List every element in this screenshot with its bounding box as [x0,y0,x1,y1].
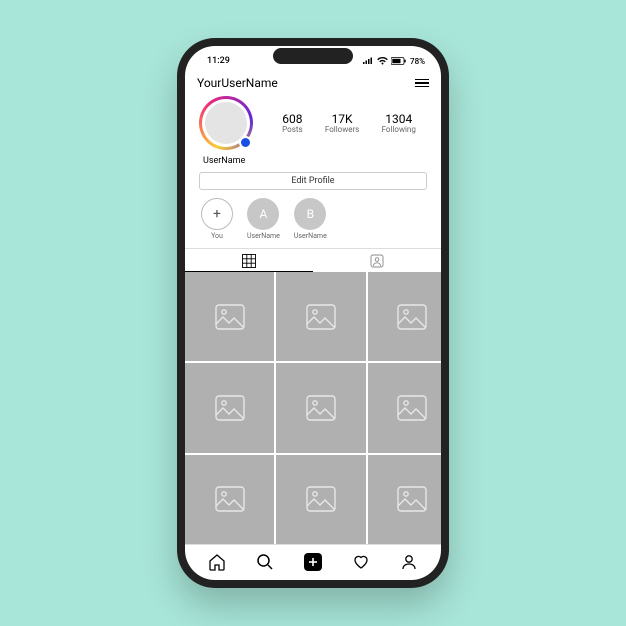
screen: 11:29 78% YourUserName 608 Posts 17K Fol… [185,46,441,580]
nav-search[interactable] [251,548,279,576]
post-thumbnail[interactable] [276,363,365,452]
image-icon [304,391,338,425]
add-story-badge[interactable] [239,136,252,149]
home-icon [208,553,226,571]
display-name: UserName [185,154,441,172]
header-username[interactable]: YourUserName [197,76,278,90]
stat-posts[interactable]: 608 Posts [282,112,302,134]
nav-home[interactable] [203,548,231,576]
stat-followers[interactable]: 17K Followers [325,112,359,134]
post-thumbnail[interactable] [276,272,365,361]
nav-create[interactable] [299,548,327,576]
battery-icon [391,57,407,65]
nav-activity[interactable] [347,548,375,576]
nav-profile[interactable] [395,548,423,576]
post-thumbnail[interactable] [185,363,274,452]
image-icon [395,482,429,516]
edit-profile-button[interactable]: Edit Profile [199,172,427,190]
post-thumbnail[interactable] [185,455,274,544]
post-thumbnail[interactable] [368,363,441,452]
image-icon [395,391,429,425]
profile-stats: 608 Posts 17K Followers 1304 Following [271,112,427,134]
heart-icon [352,553,370,571]
image-icon [213,300,247,334]
bottom-nav [185,544,441,580]
wifi-icon [377,57,388,65]
post-thumbnail[interactable] [368,455,441,544]
post-thumbnail[interactable] [185,272,274,361]
status-time: 11:29 [207,56,230,66]
grid-icon [242,254,256,268]
image-icon [304,482,338,516]
status-icons: 78% [363,57,425,66]
profile-icon [400,553,418,571]
image-icon [395,300,429,334]
post-thumbnail[interactable] [276,455,365,544]
status-bar: 11:29 78% [185,46,441,72]
image-icon [213,391,247,425]
plus-icon: + [201,198,233,230]
post-thumbnail[interactable] [368,272,441,361]
image-icon [213,482,247,516]
menu-icon[interactable] [415,79,429,88]
signal-icon [363,57,374,65]
avatar[interactable] [199,96,253,150]
stat-following[interactable]: 1304 Following [382,112,416,134]
profile-row: 608 Posts 17K Followers 1304 Following [185,96,441,154]
plus-square-icon [303,552,323,572]
highlight-item[interactable]: A UserName [247,198,280,240]
profile-header: YourUserName [185,72,441,96]
tagged-icon [370,254,384,268]
battery-percent: 78% [410,57,425,66]
image-icon [304,300,338,334]
highlight-add[interactable]: + You [201,198,233,240]
highlights-row: + You A UserName B UserName [185,198,441,248]
content-tabs [185,248,441,272]
tab-grid[interactable] [185,249,313,272]
search-icon [256,553,274,571]
phone-frame: 11:29 78% YourUserName 608 Posts 17K Fol… [177,38,449,588]
highlight-item[interactable]: B UserName [294,198,327,240]
posts-grid [185,272,441,544]
tab-tagged[interactable] [313,249,441,272]
